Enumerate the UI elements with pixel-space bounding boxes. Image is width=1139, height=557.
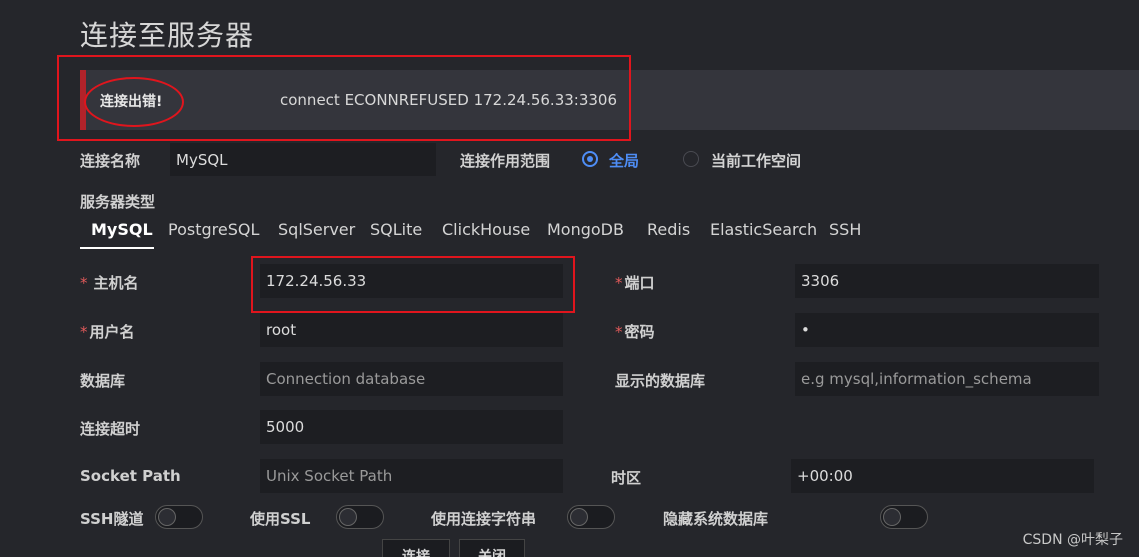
hide-system-db-label: 隐藏系统数据库 (663, 510, 769, 528)
timeout-label: 连接超时 (80, 420, 141, 438)
hide-system-db-toggle[interactable] (880, 505, 928, 529)
use-ssl-toggle[interactable] (336, 505, 384, 529)
tab-postgresql[interactable]: PostgreSQL (168, 220, 259, 239)
toggle-knob (158, 508, 176, 526)
socket-path-input[interactable]: Unix Socket Path (260, 459, 563, 493)
show-databases-input[interactable]: e.g mysql,information_schema (795, 362, 1099, 396)
host-label: * 主机名 (80, 274, 139, 292)
annotation-error-ellipse (84, 77, 184, 127)
scope-global-label[interactable]: 全局 (609, 150, 639, 171)
tab-mongodb[interactable]: MongoDB (547, 220, 624, 239)
scope-workspace-radio[interactable] (683, 151, 699, 167)
scope-workspace-label[interactable]: 当前工作空间 (711, 150, 801, 171)
database-input[interactable]: Connection database (260, 362, 563, 396)
server-type-label: 服务器类型 (80, 193, 156, 211)
active-tab-indicator (80, 247, 154, 249)
tab-mysql[interactable]: MySQL (91, 220, 153, 239)
tab-clickhouse[interactable]: ClickHouse (442, 220, 530, 239)
toggle-knob (339, 508, 357, 526)
required-mark: * (615, 323, 623, 341)
ssh-tunnel-label: SSH隧道 (80, 510, 144, 528)
scope-global-radio[interactable] (582, 151, 598, 167)
close-button[interactable]: 关闭 (459, 539, 525, 557)
tab-sqlite[interactable]: SQLite (370, 220, 422, 239)
required-mark: * (80, 323, 88, 341)
timeout-input[interactable]: 5000 (260, 410, 563, 444)
scope-label: 连接作用范围 (460, 152, 551, 170)
timezone-input[interactable]: +00:00 (791, 459, 1094, 493)
watermark: CSDN @叶梨子 (1022, 532, 1123, 548)
dialog-title: 连接至服务器 (80, 19, 255, 52)
connection-name-label: 连接名称 (80, 152, 141, 170)
toggle-knob (883, 508, 901, 526)
port-label: * 端口 (615, 274, 655, 292)
annotation-host-box (251, 256, 575, 313)
toggle-knob (570, 508, 588, 526)
use-ssl-label: 使用SSL (250, 510, 311, 528)
socket-path-label: Socket Path (80, 467, 181, 485)
connect-button[interactable]: 连接 (382, 539, 450, 557)
port-input[interactable]: 3306 (795, 264, 1099, 298)
timezone-label: 时区 (611, 469, 642, 487)
connection-name-input[interactable]: MySQL (170, 143, 436, 176)
required-mark: * (615, 274, 623, 292)
ssh-tunnel-toggle[interactable] (155, 505, 203, 529)
use-connection-string-label: 使用连接字符串 (431, 510, 537, 528)
use-connection-string-toggle[interactable] (567, 505, 615, 529)
tab-ssh[interactable]: SSH (829, 220, 861, 239)
password-input[interactable]: • (795, 313, 1099, 347)
username-label: * 用户名 (80, 323, 135, 341)
required-mark: * (80, 274, 88, 292)
tab-redis[interactable]: Redis (647, 220, 690, 239)
username-input[interactable]: root (260, 313, 563, 347)
password-label: * 密码 (615, 323, 655, 341)
tab-elasticsearch[interactable]: ElasticSearch (710, 220, 817, 239)
tab-sqlserver[interactable]: SqlServer (278, 220, 355, 239)
database-label: 数据库 (80, 372, 126, 390)
show-databases-label: 显示的数据库 (615, 372, 706, 390)
